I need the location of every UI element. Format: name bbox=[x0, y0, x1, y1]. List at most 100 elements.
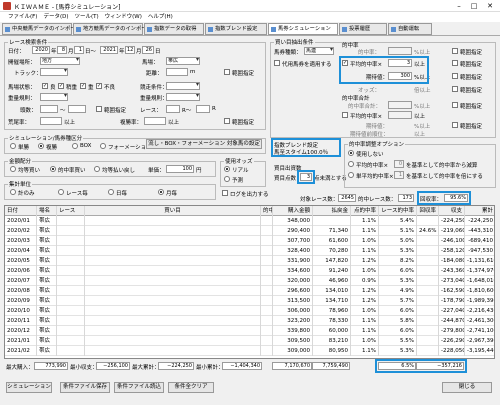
range-checkbox-1[interactable] bbox=[452, 48, 458, 54]
tab-blend-settings[interactable]: 指数ブレンド設定 bbox=[205, 23, 267, 35]
date-from-day[interactable]: 1 bbox=[74, 46, 84, 54]
log-output-checkbox[interactable] bbox=[222, 190, 228, 196]
menu-data[interactable]: データ(D) bbox=[40, 12, 71, 22]
col-balance[interactable]: 収支 bbox=[439, 206, 465, 216]
range-checkbox-6[interactable] bbox=[452, 122, 458, 128]
tab-simulation[interactable]: 馬券シミュレーション bbox=[268, 23, 338, 35]
runners-input[interactable] bbox=[40, 105, 58, 113]
horse-class-select[interactable] bbox=[40, 93, 68, 101]
col-point-hit[interactable]: 点的中率 bbox=[351, 206, 379, 216]
clear-conditions-button[interactable]: 条件全クリア bbox=[168, 382, 214, 393]
menu-window[interactable]: ウィンドウ(W) bbox=[102, 12, 145, 22]
avg-sum-checkbox[interactable] bbox=[342, 112, 348, 118]
table-row[interactable]: 2020/04 帯広 328,400 70,280 1.1% 5.3% -258,120 -9… bbox=[5, 246, 494, 256]
distance-input[interactable] bbox=[166, 68, 188, 76]
table-row[interactable]: 2020/07 帯広 320,000 46,960 0.9% 5.3% -273,040 -1… bbox=[5, 276, 494, 286]
bet-formation-radio[interactable] bbox=[100, 143, 106, 149]
table-row[interactable]: 2021/02 帯広 309,000 80,950 1.1% 5.3% -228,050 -3… bbox=[5, 346, 494, 356]
load-conditions-button[interactable]: 条件ファイル読込 bbox=[114, 382, 164, 393]
avg-sum-input[interactable] bbox=[388, 111, 412, 119]
odds-real-radio[interactable] bbox=[224, 166, 230, 172]
results-table[interactable]: 日付 場名 レース 買い目 的中 購入金額 払戻金 点的中率 レース的中率 回収… bbox=[4, 205, 495, 359]
bet-place-radio[interactable] bbox=[38, 143, 44, 149]
tab-local-import[interactable]: 地方競馬データのインポート bbox=[73, 23, 152, 35]
place-rate-input[interactable] bbox=[144, 117, 166, 125]
ticket-type-select[interactable]: 馬連 bbox=[304, 47, 334, 55]
cond-bad-checkbox[interactable]: ✓ bbox=[96, 83, 102, 89]
date-to-year[interactable]: 2021 bbox=[100, 46, 118, 54]
tab-central-import[interactable]: 中央競馬データのインポート bbox=[2, 23, 81, 35]
table-row[interactable]: 2020/05 帯広 331,900 147,820 1.2% 8.2% -184,080-… bbox=[5, 256, 494, 266]
odds-forecast-radio[interactable] bbox=[224, 176, 230, 182]
stake-hitrate-radio[interactable] bbox=[50, 166, 56, 172]
col-race[interactable]: レース bbox=[57, 206, 85, 216]
race-class-select[interactable] bbox=[166, 82, 200, 90]
hit-sum-input[interactable] bbox=[388, 101, 412, 109]
range-checkbox-4[interactable] bbox=[452, 86, 458, 92]
race-to-input[interactable] bbox=[196, 105, 210, 113]
date-to-day[interactable]: 26 bbox=[142, 46, 154, 54]
racecourse-select[interactable]: 帯広 bbox=[166, 57, 200, 65]
adj-none-radio[interactable] bbox=[348, 150, 354, 156]
save-conditions-button[interactable]: 条件ファイル保存 bbox=[60, 382, 110, 393]
agg-month-radio[interactable] bbox=[158, 189, 164, 195]
col-buy[interactable]: 買い目 bbox=[85, 206, 261, 216]
range-checkbox-2[interactable] bbox=[452, 60, 458, 66]
track-select[interactable] bbox=[40, 68, 68, 76]
bet-box-radio[interactable] bbox=[72, 143, 78, 149]
table-row[interactable]: 2020/01 帯広 348,000 1.1% 5.4% -224,250 -224,250 bbox=[5, 216, 494, 226]
race-from-input[interactable] bbox=[166, 105, 180, 113]
win-rate-input[interactable] bbox=[40, 117, 62, 125]
rate-range-checkbox[interactable] bbox=[224, 118, 230, 124]
tab-index-fetch[interactable]: 指数データの取得 bbox=[144, 23, 204, 35]
stake-equal-payout-radio[interactable] bbox=[94, 166, 100, 172]
col-race-hit[interactable]: レース的中率 bbox=[379, 206, 417, 216]
col-hit[interactable]: 的中 bbox=[261, 206, 273, 216]
col-purchase[interactable]: 購入金額 bbox=[273, 206, 313, 216]
range-checkbox-5[interactable] bbox=[452, 102, 458, 108]
target-horse-settings-button[interactable]: 流し・BOX・フォーメーション 対象馬の設定 bbox=[146, 139, 262, 149]
col-cumulative[interactable]: 累計 bbox=[465, 206, 494, 216]
adj-single-radio[interactable] bbox=[348, 172, 354, 178]
bet-win-radio[interactable] bbox=[10, 143, 16, 149]
proxy-ticket-checkbox[interactable] bbox=[274, 60, 280, 66]
table-row[interactable]: 2020/10 帯広 306,000 78,960 1.0% 6.0% -227,040 -2… bbox=[5, 306, 494, 316]
close-icon[interactable]: ✕ bbox=[483, 0, 497, 12]
distance-range-checkbox[interactable] bbox=[224, 69, 230, 75]
date-from-year[interactable]: 2020 bbox=[32, 46, 50, 54]
range-checkbox-3[interactable] bbox=[452, 73, 458, 79]
col-return[interactable]: 回収率 bbox=[417, 206, 439, 216]
table-row[interactable]: 2021/01 帯広 309,500 83,210 1.0% 5.5% -226,290 -2… bbox=[5, 336, 494, 346]
agg-total-radio[interactable] bbox=[10, 189, 16, 195]
minimize-icon[interactable]: – bbox=[452, 0, 466, 12]
date-to-month[interactable]: 12 bbox=[125, 46, 135, 54]
venue-select[interactable]: 地方 bbox=[40, 57, 80, 65]
col-payout[interactable]: 払戻金 bbox=[313, 206, 351, 216]
maximize-icon[interactable]: □ bbox=[467, 0, 481, 12]
hit-rate-input[interactable] bbox=[388, 47, 412, 55]
runners-range-checkbox[interactable] bbox=[96, 106, 102, 112]
tab-vote-history[interactable]: 投票履歴 bbox=[339, 23, 387, 35]
close-button[interactable]: 閉じる bbox=[442, 382, 492, 393]
weight-rule-select[interactable] bbox=[166, 93, 200, 101]
col-date[interactable]: 日付 bbox=[5, 206, 37, 216]
menu-file[interactable]: ファイル(F) bbox=[0, 12, 40, 22]
cond-heavy-checkbox[interactable]: ✓ bbox=[80, 83, 86, 89]
table-row[interactable]: 2020/11 帯広 323,200 78,330 1.1% 5.8% -244,870 -2… bbox=[5, 316, 494, 326]
adj-avg-radio[interactable] bbox=[348, 161, 354, 167]
unit-price-input[interactable]: 100 bbox=[166, 165, 194, 173]
cond-good-checkbox[interactable]: ✓ bbox=[42, 83, 48, 89]
menu-tools[interactable]: ツール(T) bbox=[72, 12, 102, 22]
adj-avg-input[interactable]: 0 bbox=[394, 160, 404, 168]
stake-equal-radio[interactable] bbox=[10, 166, 16, 172]
table-row[interactable]: 2020/12 帯広 339,800 60,000 1.1% 6.0% -279,800 -2… bbox=[5, 326, 494, 336]
runners-to-input[interactable] bbox=[68, 105, 86, 113]
adj-single-input[interactable]: 1 bbox=[394, 171, 404, 179]
table-row[interactable]: 2020/02 帯広 290,400 71,340 1.1% 5.1% 24.6% -219,… bbox=[5, 226, 494, 236]
table-row[interactable]: 2020/09 帯広 313,500 134,710 1.2% 5.7% -178,790-… bbox=[5, 296, 494, 306]
cond-slightly-heavy-checkbox[interactable]: ✓ bbox=[58, 83, 64, 89]
table-row[interactable]: 2020/03 帯広 307,700 61,600 1.0% 5.0% -246,100 -6… bbox=[5, 236, 494, 246]
tab-auto-run[interactable]: 自動運転 bbox=[388, 23, 432, 35]
table-row[interactable]: 2020/06 帯広 334,600 91,240 1.0% 6.0% -243,360 -1… bbox=[5, 266, 494, 276]
simulation-button[interactable]: シミュレーション bbox=[6, 382, 52, 393]
